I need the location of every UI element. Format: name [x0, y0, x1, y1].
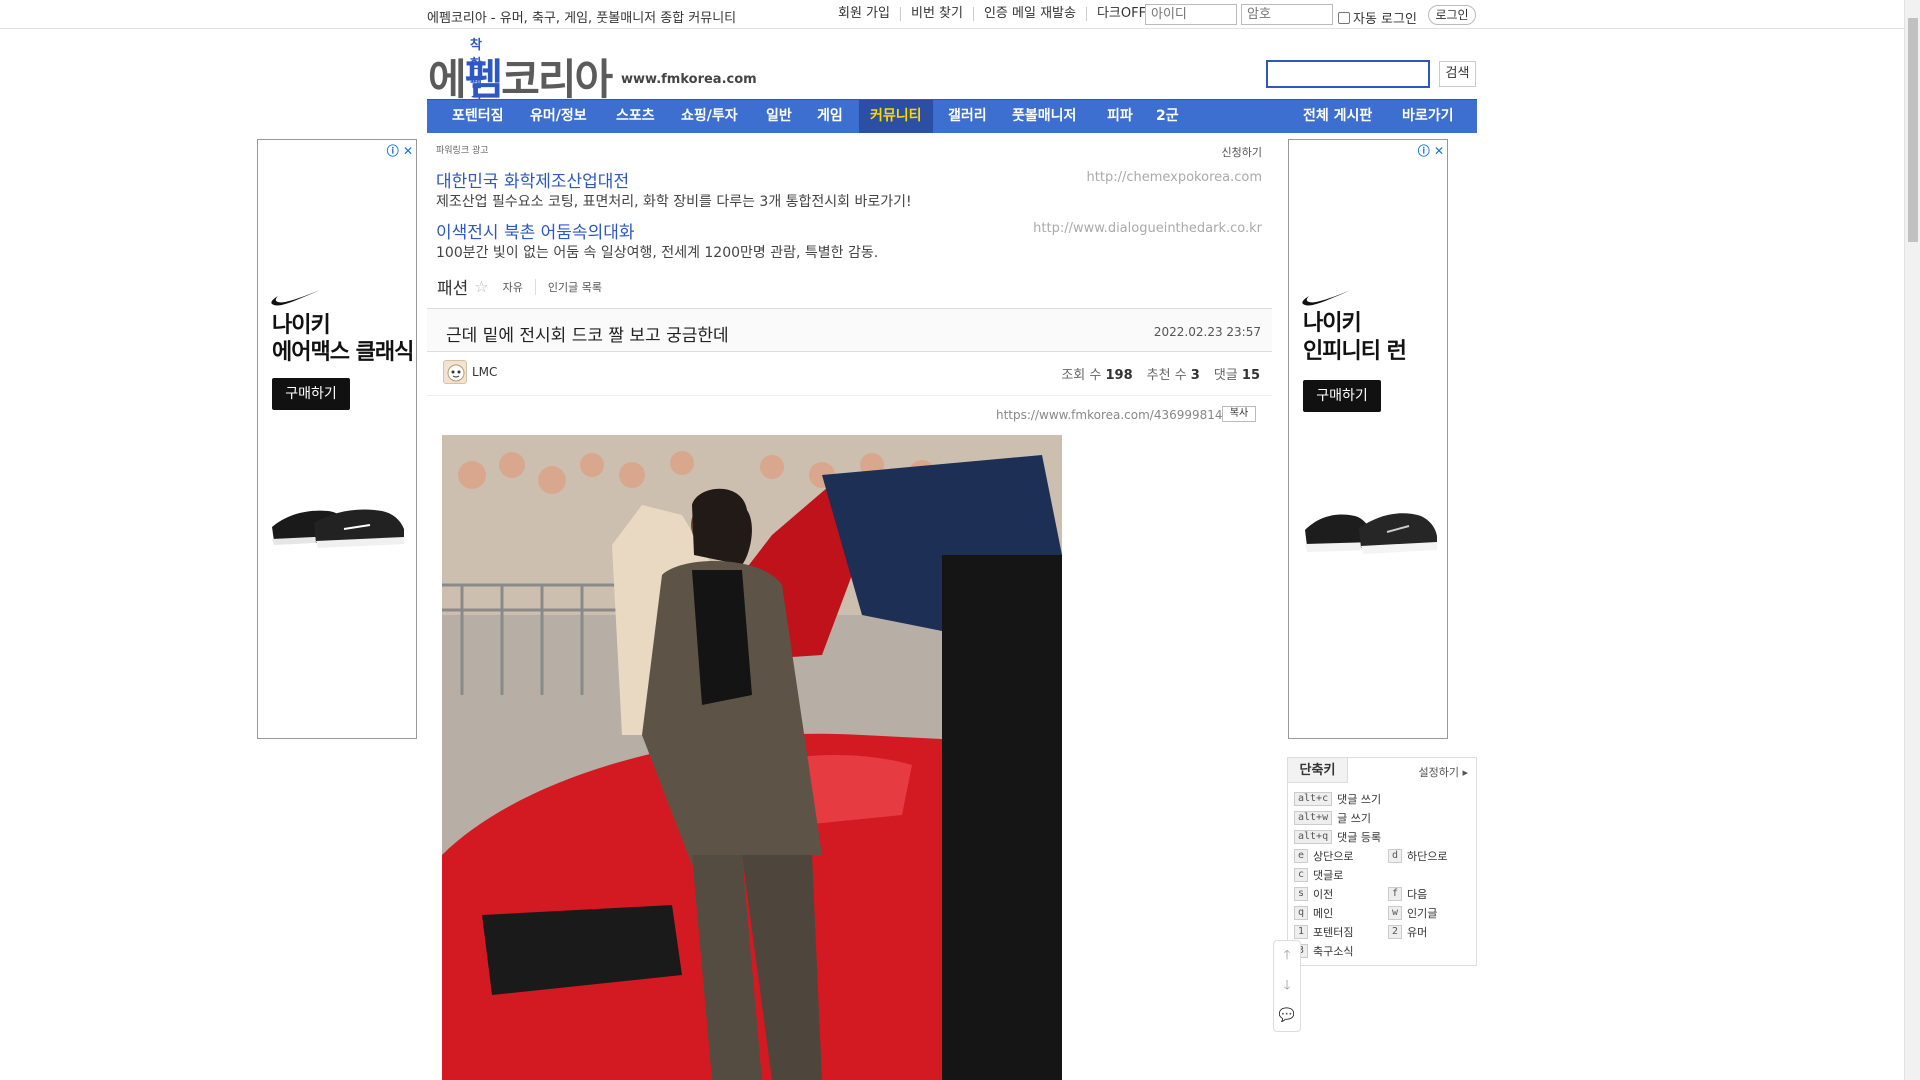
shortcut-item: 2 유머 [1388, 924, 1427, 940]
ad-headline-1: 나이키 [1303, 311, 1362, 336]
signup-link[interactable]: 회원 가입 [838, 7, 901, 21]
scroll-up-icon[interactable]: 🡑 [1274, 941, 1300, 971]
nav-item-fm[interactable]: 풋볼매니저 [1012, 100, 1076, 133]
password-input[interactable] [1241, 4, 1333, 25]
shortcut-item: 1 포텐터짐 [1294, 924, 1354, 940]
avatar[interactable] [443, 360, 467, 384]
nav-item-game[interactable]: 게임 [817, 100, 843, 133]
checkbox-icon[interactable] [1338, 11, 1350, 24]
comments-stat[interactable]: 댓글 15 [1214, 364, 1260, 383]
logo-url: www.fmkorea.com [621, 72, 757, 87]
shortcut-item: alt+w 글 쓰기 [1294, 810, 1371, 826]
nav-item-shortcut[interactable]: 바로가기 [1402, 100, 1454, 133]
ad-headline-2: 인피니티 런 [1303, 339, 1407, 364]
post-author[interactable]: LMC [472, 365, 497, 379]
nav-item-all-boards[interactable]: 전체 게시판 [1303, 100, 1372, 133]
post-photo [442, 435, 1062, 1080]
account-links: 회원 가입 비번 찾기 인증 메일 재발송 다크OFF [838, 7, 1156, 21]
scroll-down-icon[interactable]: 🡓 [1274, 971, 1300, 1001]
autologin-checkbox[interactable]: 자동 로그인 [1338, 8, 1417, 27]
search-input[interactable] [1266, 60, 1430, 88]
avatar-icon [447, 364, 465, 382]
ad-info-icon[interactable]: ⓘ ✕ [1418, 142, 1444, 159]
recommend-stat: 추천 수 3 [1146, 368, 1200, 383]
nav-item-humor[interactable]: 유머/정보 [530, 100, 587, 133]
copy-url-button[interactable]: 복사 [1222, 406, 1256, 422]
post-title: 근데 밑에 전시회 드코 짤 보고 궁금한데 [446, 326, 729, 346]
ad-buy-button[interactable]: 구매하기 [1303, 380, 1381, 412]
ad-buy-button[interactable]: 구매하기 [272, 378, 350, 410]
shortcut-item: alt+c 댓글 쓰기 [1294, 791, 1381, 807]
ad-headline-1: 나이키 [272, 313, 331, 338]
board-name[interactable]: 패션 [437, 274, 468, 299]
page-scrollbar[interactable] [1904, 0, 1920, 1080]
post-date: 2022.02.23 23:57 [1153, 325, 1261, 339]
post-image [442, 435, 1062, 1080]
shortcut-title: 단축키 [1288, 758, 1348, 783]
find-password-link[interactable]: 비번 찾기 [901, 7, 974, 21]
sneaker-image [272, 509, 404, 548]
ad-info-icon[interactable]: ⓘ ✕ [387, 142, 413, 159]
sponsor-apply-link[interactable]: 신청하기 [1222, 144, 1262, 160]
popular-list-link[interactable]: 인기글 목록 [548, 279, 602, 295]
shortcut-item: s 이전 [1294, 886, 1333, 902]
site-tagline: 에펨코리아 - 유머, 축구, 게임, 풋볼매니저 종합 커뮤니티 [427, 11, 737, 26]
right-ad-banner[interactable]: ⓘ ✕ 나이키 인피니티 런 구매하기 [1288, 139, 1448, 739]
post-permalink[interactable]: https://www.fmkorea.com/4369998143 [996, 408, 1230, 422]
board-category-tag[interactable]: 자유 [503, 278, 536, 295]
shortcut-item: d 하단으로 [1388, 848, 1448, 864]
nav-item-2gun[interactable]: 2군 [1156, 100, 1179, 133]
top-utility-bar: 에펨코리아 - 유머, 축구, 게임, 풋볼매니저 종합 커뮤니티 회원 가입 … [0, 0, 1904, 29]
sponsor-label: 파워링크 광고 [436, 146, 489, 156]
nav-item-sports[interactable]: 스포츠 [616, 100, 655, 133]
shortcut-item: f 다음 [1388, 886, 1427, 902]
login-button[interactable]: 로그인 [1428, 5, 1476, 25]
left-ad-banner[interactable]: ⓘ ✕ 나이키 에어맥스 클래식 구매하기 [257, 139, 417, 739]
sponsor-url[interactable]: http://www.dialogueinthedark.co.kr [1033, 221, 1262, 236]
nike-logo-icon [1302, 290, 1351, 306]
shortcut-item: 3 축구소식 [1294, 943, 1354, 959]
nav-item-community[interactable]: 커뮤니티 [859, 100, 933, 133]
nav-item-gallery[interactable]: 갤러리 [948, 100, 987, 133]
board-header: 패션 ☆ 자유 인기글 목록 [437, 274, 602, 299]
nav-item-general[interactable]: 일반 [766, 100, 792, 133]
sponsor-desc: 100분간 빛이 없는 어둠 속 일상여행, 전세계 1200만명 관람, 특별… [436, 245, 879, 261]
shortcut-item: w 인기글 [1388, 905, 1437, 921]
nike-logo-icon [271, 290, 320, 306]
sponsor-url[interactable]: http://chemexpokorea.com [1087, 170, 1262, 185]
scrollbar-thumb[interactable] [1908, 18, 1918, 242]
ad-headline-2: 에어맥스 클래식 [272, 340, 414, 365]
username-input[interactable] [1145, 4, 1237, 25]
shortcut-item: q 메인 [1294, 905, 1333, 921]
nav-item-shopping[interactable]: 쇼핑/투자 [681, 100, 738, 133]
sponsor-desc: 제조산업 필수요소 코팅, 표면처리, 화학 장비를 다루는 3개 통합전시회 … [436, 194, 912, 210]
shortcut-item: c 댓글로 [1294, 867, 1343, 883]
comment-icon[interactable]: 💬 [1274, 1001, 1300, 1031]
floating-nav: 🡑 🡓 💬 [1273, 940, 1301, 1032]
autologin-label: 자동 로그인 [1353, 12, 1417, 27]
views-stat: 조회 수 198 [1061, 368, 1133, 383]
resend-email-link[interactable]: 인증 메일 재발송 [974, 7, 1087, 21]
shortcut-panel: 단축키 설정하기 ▸ alt+c 댓글 쓰기 alt+w 글 쓰기 alt+q 댓글 … [1287, 757, 1477, 966]
favorite-star-icon[interactable]: ☆ [474, 277, 488, 296]
shortcut-settings-link[interactable]: 설정하기 ▸ [1419, 764, 1469, 780]
post-meta: LMC 조회 수 198 추천 수 3 댓글 15 [427, 352, 1272, 396]
shortcut-item: e 상단으로 [1294, 848, 1354, 864]
shortcut-item: alt+q 댓글 등록 [1294, 829, 1381, 845]
post-stats: 조회 수 198 추천 수 3 댓글 15 [1061, 364, 1260, 383]
main-nav: 포텐터짐 유머/정보 스포츠 쇼핑/투자 일반 게임 커뮤니티 갤러리 풋볼매니… [427, 99, 1477, 133]
post-title-bar: 근데 밑에 전시회 드코 짤 보고 궁금한데 2022.02.23 23:57 [427, 308, 1272, 352]
sponsor-title[interactable]: 대한민국 화학제조산업대전 [436, 167, 629, 192]
search-button[interactable]: 검색 [1439, 61, 1476, 87]
nav-item-fifa[interactable]: 피파 [1107, 100, 1133, 133]
sponsor-title[interactable]: 이색전시 북촌 어둠속의대화 [436, 218, 635, 243]
nav-item-poten[interactable]: 포텐터짐 [452, 100, 504, 133]
sneaker-image [1305, 513, 1437, 554]
logo-wordmark: 에펨코리아 [428, 55, 613, 104]
